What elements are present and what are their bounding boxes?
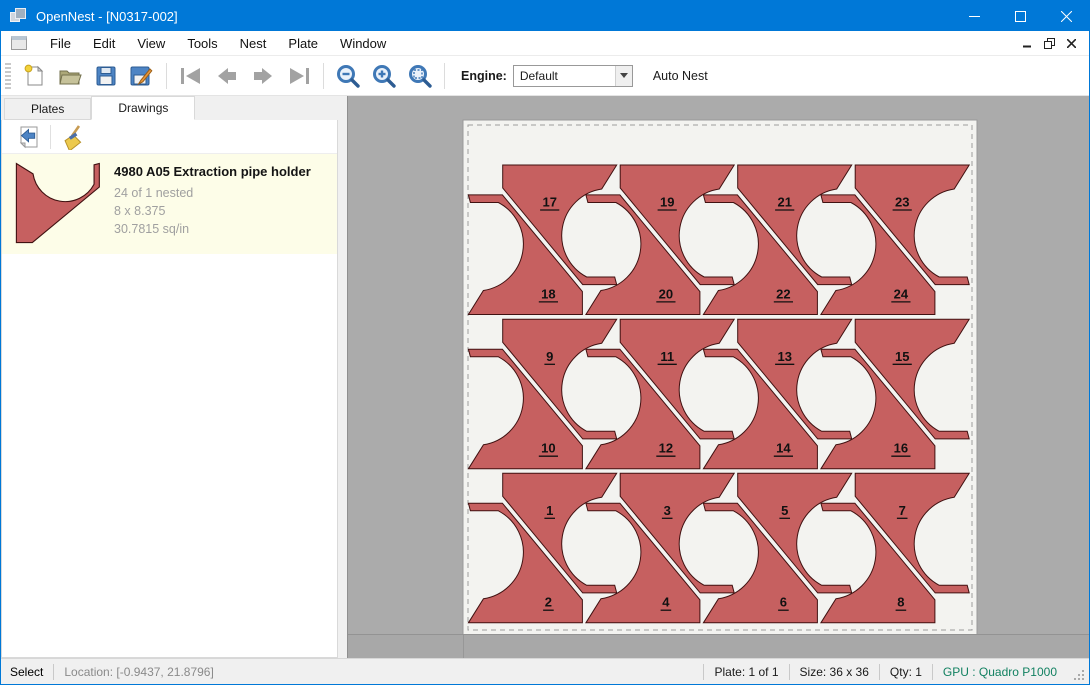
import-drawing-icon <box>17 125 41 149</box>
drawing-list-item[interactable]: 4980 A05 Extraction pipe holder 24 of 1 … <box>2 154 337 254</box>
app-icon <box>10 8 28 24</box>
status-plate: Plate: 1 of 1 <box>704 665 788 679</box>
status-size: Size: 36 x 36 <box>790 665 879 679</box>
menu-window[interactable]: Window <box>329 31 397 56</box>
tab-drawings[interactable]: Drawings <box>91 96 195 120</box>
part-number-label: 14 <box>776 441 791 456</box>
app-window: OpenNest - [N0317-002] File Edit View To… <box>0 0 1090 685</box>
title-bar: OpenNest - [N0317-002] <box>1 1 1089 31</box>
tab-plates[interactable]: Plates <box>4 98 91 120</box>
status-mode: Select <box>1 665 53 679</box>
part-number-label: 23 <box>895 195 909 210</box>
drawing-title: 4980 A05 Extraction pipe holder <box>114 164 311 179</box>
drawing-size: 8 x 8.375 <box>114 202 311 220</box>
open-button[interactable] <box>52 59 88 93</box>
part-number-label: 21 <box>777 195 791 210</box>
engine-value: Default <box>514 69 615 83</box>
status-gpu: GPU : Quadro P1000 <box>933 665 1067 679</box>
sidebar-tabstrip: Plates Drawings <box>1 96 347 120</box>
menu-file[interactable]: File <box>39 31 82 56</box>
engine-label: Engine: <box>461 69 507 83</box>
document-icon <box>11 36 27 50</box>
part-number-label: 20 <box>659 286 673 301</box>
engine-select[interactable]: Default <box>513 65 633 87</box>
save-button[interactable] <box>88 59 124 93</box>
status-qty: Qty: 1 <box>880 665 932 679</box>
menu-nest[interactable]: Nest <box>229 31 278 56</box>
zoom-in-button[interactable] <box>366 59 402 93</box>
part-number-label: 9 <box>546 349 553 364</box>
open-icon <box>57 64 83 88</box>
menu-plate[interactable]: Plate <box>277 31 329 56</box>
part-number-label: 3 <box>664 503 671 518</box>
drawing-nested-count: 24 of 1 nested <box>114 184 311 202</box>
mdi-close-button[interactable] <box>1061 33 1081 53</box>
drawings-panel: 4980 A05 Extraction pipe holder 24 of 1 … <box>1 120 338 658</box>
previous-plate-button[interactable] <box>209 59 245 93</box>
auto-nest-button[interactable]: Auto Nest <box>645 65 716 87</box>
main-toolbar: Engine: Default Auto Nest <box>1 56 1089 96</box>
part-number-label: 1 <box>546 503 553 518</box>
zoom-in-icon <box>371 63 397 89</box>
drawings-toolbar <box>2 120 337 154</box>
nest-canvas[interactable]: 171921231820222491113151012141613572468 <box>347 96 1089 658</box>
menu-bar: File Edit View Tools Nest Plate Window <box>1 31 1089 56</box>
chevron-down-icon[interactable] <box>615 66 632 86</box>
part-number-label: 5 <box>781 503 788 518</box>
last-icon <box>286 66 312 86</box>
status-location: Location: [-0.9437, 21.8796] <box>54 665 223 679</box>
part-number-label: 22 <box>776 286 790 301</box>
minimize-button[interactable] <box>951 1 997 31</box>
part-number-label: 16 <box>894 441 908 456</box>
mdi-restore-button[interactable] <box>1039 33 1059 53</box>
part-number-label: 4 <box>662 595 670 610</box>
drawing-area: 30.7815 sq/in <box>114 220 311 238</box>
new-button[interactable] <box>16 59 52 93</box>
part-number-label: 13 <box>777 349 791 364</box>
clean-icon <box>60 124 84 150</box>
resize-grip[interactable] <box>1073 669 1085 684</box>
zoom-out-icon <box>335 63 361 89</box>
menu-tools[interactable]: Tools <box>176 31 228 56</box>
part-number-label: 12 <box>659 441 673 456</box>
part-number-label: 19 <box>660 195 674 210</box>
zoom-fit-button[interactable] <box>402 59 438 93</box>
part-number-label: 11 <box>660 349 674 364</box>
sidebar: Plates Drawings <box>1 96 347 658</box>
maximize-button[interactable] <box>997 1 1043 31</box>
zoom-out-button[interactable] <box>330 59 366 93</box>
part-number-label: 18 <box>541 286 555 301</box>
menu-edit[interactable]: Edit <box>82 31 126 56</box>
part-number-label: 10 <box>541 441 555 456</box>
zoom-fit-icon <box>407 63 433 89</box>
nest-view[interactable]: 171921231820222491113151012141613572468 <box>348 96 1090 660</box>
status-bar: Select Location: [-0.9437, 21.8796] Plat… <box>1 658 1089 684</box>
first-icon <box>178 66 204 86</box>
part-number-label: 6 <box>780 595 787 610</box>
import-drawing-button[interactable] <box>14 123 44 151</box>
part-number-label: 2 <box>545 595 552 610</box>
drawing-thumbnail <box>10 162 106 244</box>
part-number-label: 7 <box>899 503 906 518</box>
next-plate-button[interactable] <box>245 59 281 93</box>
new-icon <box>22 64 46 88</box>
save-icon <box>94 64 118 88</box>
part-number-label: 24 <box>894 286 909 301</box>
last-plate-button[interactable] <box>281 59 317 93</box>
first-plate-button[interactable] <box>173 59 209 93</box>
clean-button[interactable] <box>57 123 87 151</box>
previous-icon <box>215 66 239 86</box>
window-title: OpenNest - [N0317-002] <box>36 9 178 24</box>
part-number-label: 8 <box>897 595 904 610</box>
part-number-label: 17 <box>542 195 556 210</box>
save-as-icon <box>129 64 155 88</box>
mdi-minimize-button[interactable] <box>1017 33 1037 53</box>
part-number-label: 15 <box>895 349 909 364</box>
save-as-button[interactable] <box>124 59 160 93</box>
next-icon <box>251 66 275 86</box>
canvas-scrollbar[interactable] <box>348 634 1089 658</box>
menu-view[interactable]: View <box>126 31 176 56</box>
toolbar-grip[interactable] <box>5 63 11 89</box>
close-button[interactable] <box>1043 1 1089 31</box>
